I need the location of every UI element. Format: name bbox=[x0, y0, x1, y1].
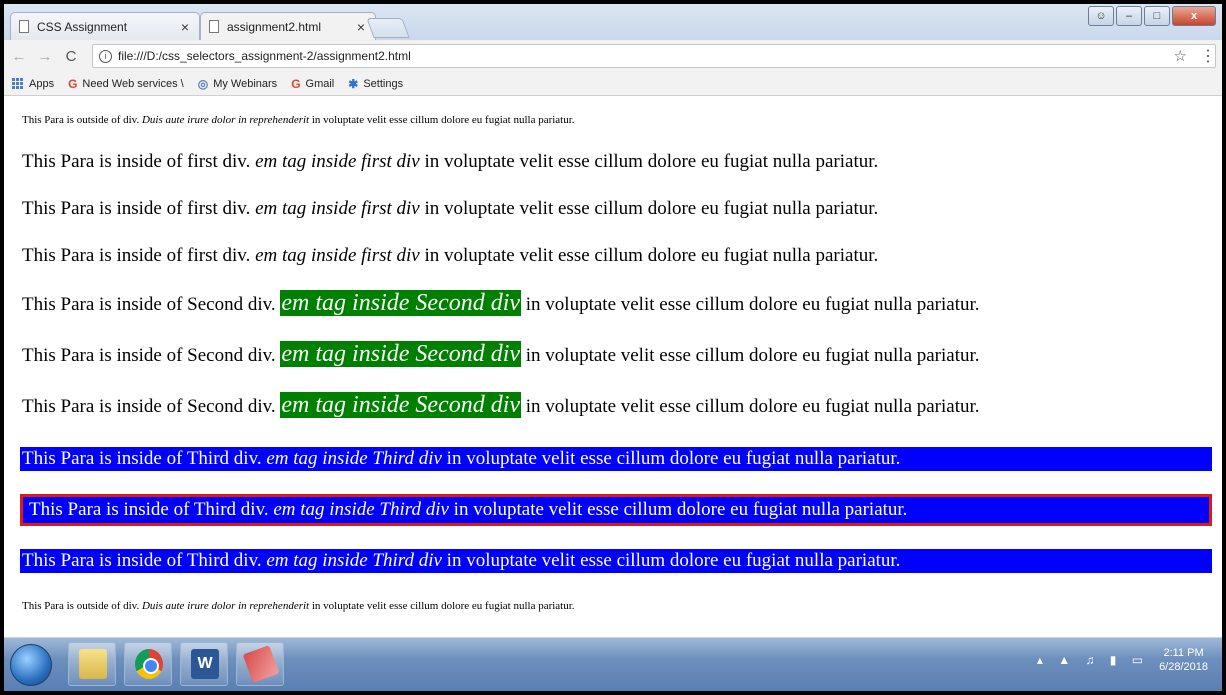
webinar-icon: ◎ bbox=[197, 76, 209, 91]
outside-para: This Para is outside of div. Duis aute i… bbox=[22, 600, 575, 612]
taskbar-eraser-app[interactable] bbox=[236, 642, 284, 686]
minimize-button[interactable]: – bbox=[1116, 6, 1142, 26]
tab-close-icon[interactable]: × bbox=[357, 19, 365, 35]
info-icon[interactable]: i bbox=[99, 49, 112, 63]
first-div-para: This Para is inside of first div. em tag… bbox=[22, 198, 879, 219]
tab-strip: CSS Assignment × assignment2.html × ☺ – … bbox=[4, 4, 1222, 40]
bookmark-label: Need Web services \ bbox=[82, 77, 184, 90]
first-div-para: This Para is inside of first div. em tag… bbox=[22, 245, 879, 266]
second-div-para: This Para is inside of Second div. em ta… bbox=[22, 392, 980, 418]
first-div-em: em tag inside first div bbox=[255, 151, 420, 172]
second-div-para: This Para is inside of Second div. em ta… bbox=[22, 341, 980, 367]
outside-em: Duis aute irure dolor in reprehenderit bbox=[141, 114, 310, 126]
bookmark-label: Apps bbox=[29, 77, 55, 90]
bookmark-star-icon[interactable]: ☆ bbox=[1174, 47, 1187, 65]
bookmark-label: Gmail bbox=[305, 77, 335, 90]
document-icon bbox=[209, 20, 219, 33]
second-div-em: em tag inside Second div bbox=[280, 290, 522, 316]
maximize-button[interactable]: □ bbox=[1144, 6, 1170, 26]
taskbar-explorer[interactable] bbox=[68, 642, 116, 686]
tab-close-icon[interactable]: × bbox=[181, 19, 189, 35]
outside-em: Duis aute irure dolor in reprehenderit bbox=[141, 600, 310, 612]
tab-assignment2[interactable]: assignment2.html × bbox=[200, 12, 376, 40]
taskbar-word[interactable]: W bbox=[180, 642, 228, 686]
bookmark-apps[interactable]: Apps bbox=[12, 78, 54, 90]
second-div-para: This Para is inside of Second div. em ta… bbox=[22, 290, 980, 316]
bookmark-my-webinars[interactable]: ◎ My Webinars bbox=[198, 77, 277, 91]
gear-icon: ✱ bbox=[348, 76, 359, 91]
menu-icon[interactable]: ⋮ bbox=[1200, 46, 1216, 66]
second-div-em: em tag inside Second div bbox=[280, 392, 522, 418]
windows-taskbar: W ▴ ▲ ♫ ▮ ▭ 2:11 PM 6/28/2018 bbox=[4, 637, 1222, 691]
first-div-em: em tag inside first div bbox=[255, 245, 420, 266]
outside-para: This Para is outside of div. Duis aute i… bbox=[22, 114, 575, 126]
third-div-em: em tag inside Third div bbox=[273, 499, 449, 520]
bookmarks-bar: Apps G Need Web services \ ◎ My Webinars… bbox=[4, 72, 1222, 96]
system-tray: ▴ ▲ ♫ ▮ ▭ 2:11 PM 6/28/2018 bbox=[1037, 646, 1208, 674]
page-viewport: This Para is outside of div. Duis aute i… bbox=[4, 97, 1222, 637]
eraser-icon bbox=[242, 645, 280, 683]
apps-grid-icon bbox=[12, 78, 23, 89]
bookmark-settings[interactable]: ✱ Settings bbox=[348, 77, 403, 91]
browser-window: CSS Assignment × assignment2.html × ☺ – … bbox=[4, 4, 1222, 691]
forward-icon[interactable]: → bbox=[34, 48, 56, 65]
close-button[interactable]: x bbox=[1172, 6, 1216, 26]
first-div-para: This Para is inside of first div. em tag… bbox=[22, 151, 879, 172]
taskbar-chrome[interactable] bbox=[124, 642, 172, 686]
tray-icons[interactable]: ▴ ▲ ♫ ▮ ▭ bbox=[1037, 653, 1149, 667]
third-div-para: This Para is inside of Third div. em tag… bbox=[20, 447, 1212, 471]
clock-date: 6/28/2018 bbox=[1159, 661, 1208, 673]
google-icon: G bbox=[68, 76, 78, 91]
third-div-em: em tag inside Third div bbox=[266, 550, 442, 571]
third-div-em: em tag inside Third div bbox=[266, 448, 442, 469]
start-button[interactable] bbox=[10, 644, 52, 686]
word-icon: W bbox=[191, 649, 219, 679]
address-bar[interactable]: i file:///D:/css_selectors_assignment-2/… bbox=[92, 44, 1216, 68]
google-icon: G bbox=[291, 76, 301, 91]
browser-toolbar: ← → C i file:///D:/css_selectors_assignm… bbox=[4, 40, 1222, 72]
third-div-para-highlighted: This Para is inside of Third div. em tag… bbox=[20, 494, 1212, 526]
user-icon[interactable]: ☺ bbox=[1088, 6, 1114, 26]
clock[interactable]: 2:11 PM 6/28/2018 bbox=[1159, 646, 1208, 674]
clock-time: 2:11 PM bbox=[1163, 647, 1204, 659]
third-div-para: This Para is inside of Third div. em tag… bbox=[20, 549, 1212, 573]
folder-icon bbox=[79, 649, 107, 679]
tab-title: assignment2.html bbox=[227, 19, 322, 34]
bookmark-label: My Webinars bbox=[213, 77, 278, 90]
back-icon[interactable]: ← bbox=[8, 48, 30, 65]
bookmark-need-web-services[interactable]: G Need Web services \ bbox=[68, 77, 184, 91]
window-controls: ☺ – □ x bbox=[1088, 6, 1216, 26]
tab-title: CSS Assignment bbox=[37, 19, 128, 34]
new-tab-button[interactable] bbox=[366, 18, 410, 38]
second-div-em: em tag inside Second div bbox=[280, 341, 522, 367]
address-text: file:///D:/css_selectors_assignment-2/as… bbox=[118, 49, 411, 63]
chrome-icon bbox=[135, 649, 163, 679]
document-icon bbox=[19, 20, 29, 33]
bookmark-gmail[interactable]: G Gmail bbox=[291, 77, 334, 91]
bookmark-label: Settings bbox=[363, 77, 404, 90]
first-div-em: em tag inside first div bbox=[255, 198, 420, 219]
tab-css-assignment[interactable]: CSS Assignment × bbox=[10, 12, 200, 40]
reload-icon[interactable]: C bbox=[60, 48, 82, 65]
